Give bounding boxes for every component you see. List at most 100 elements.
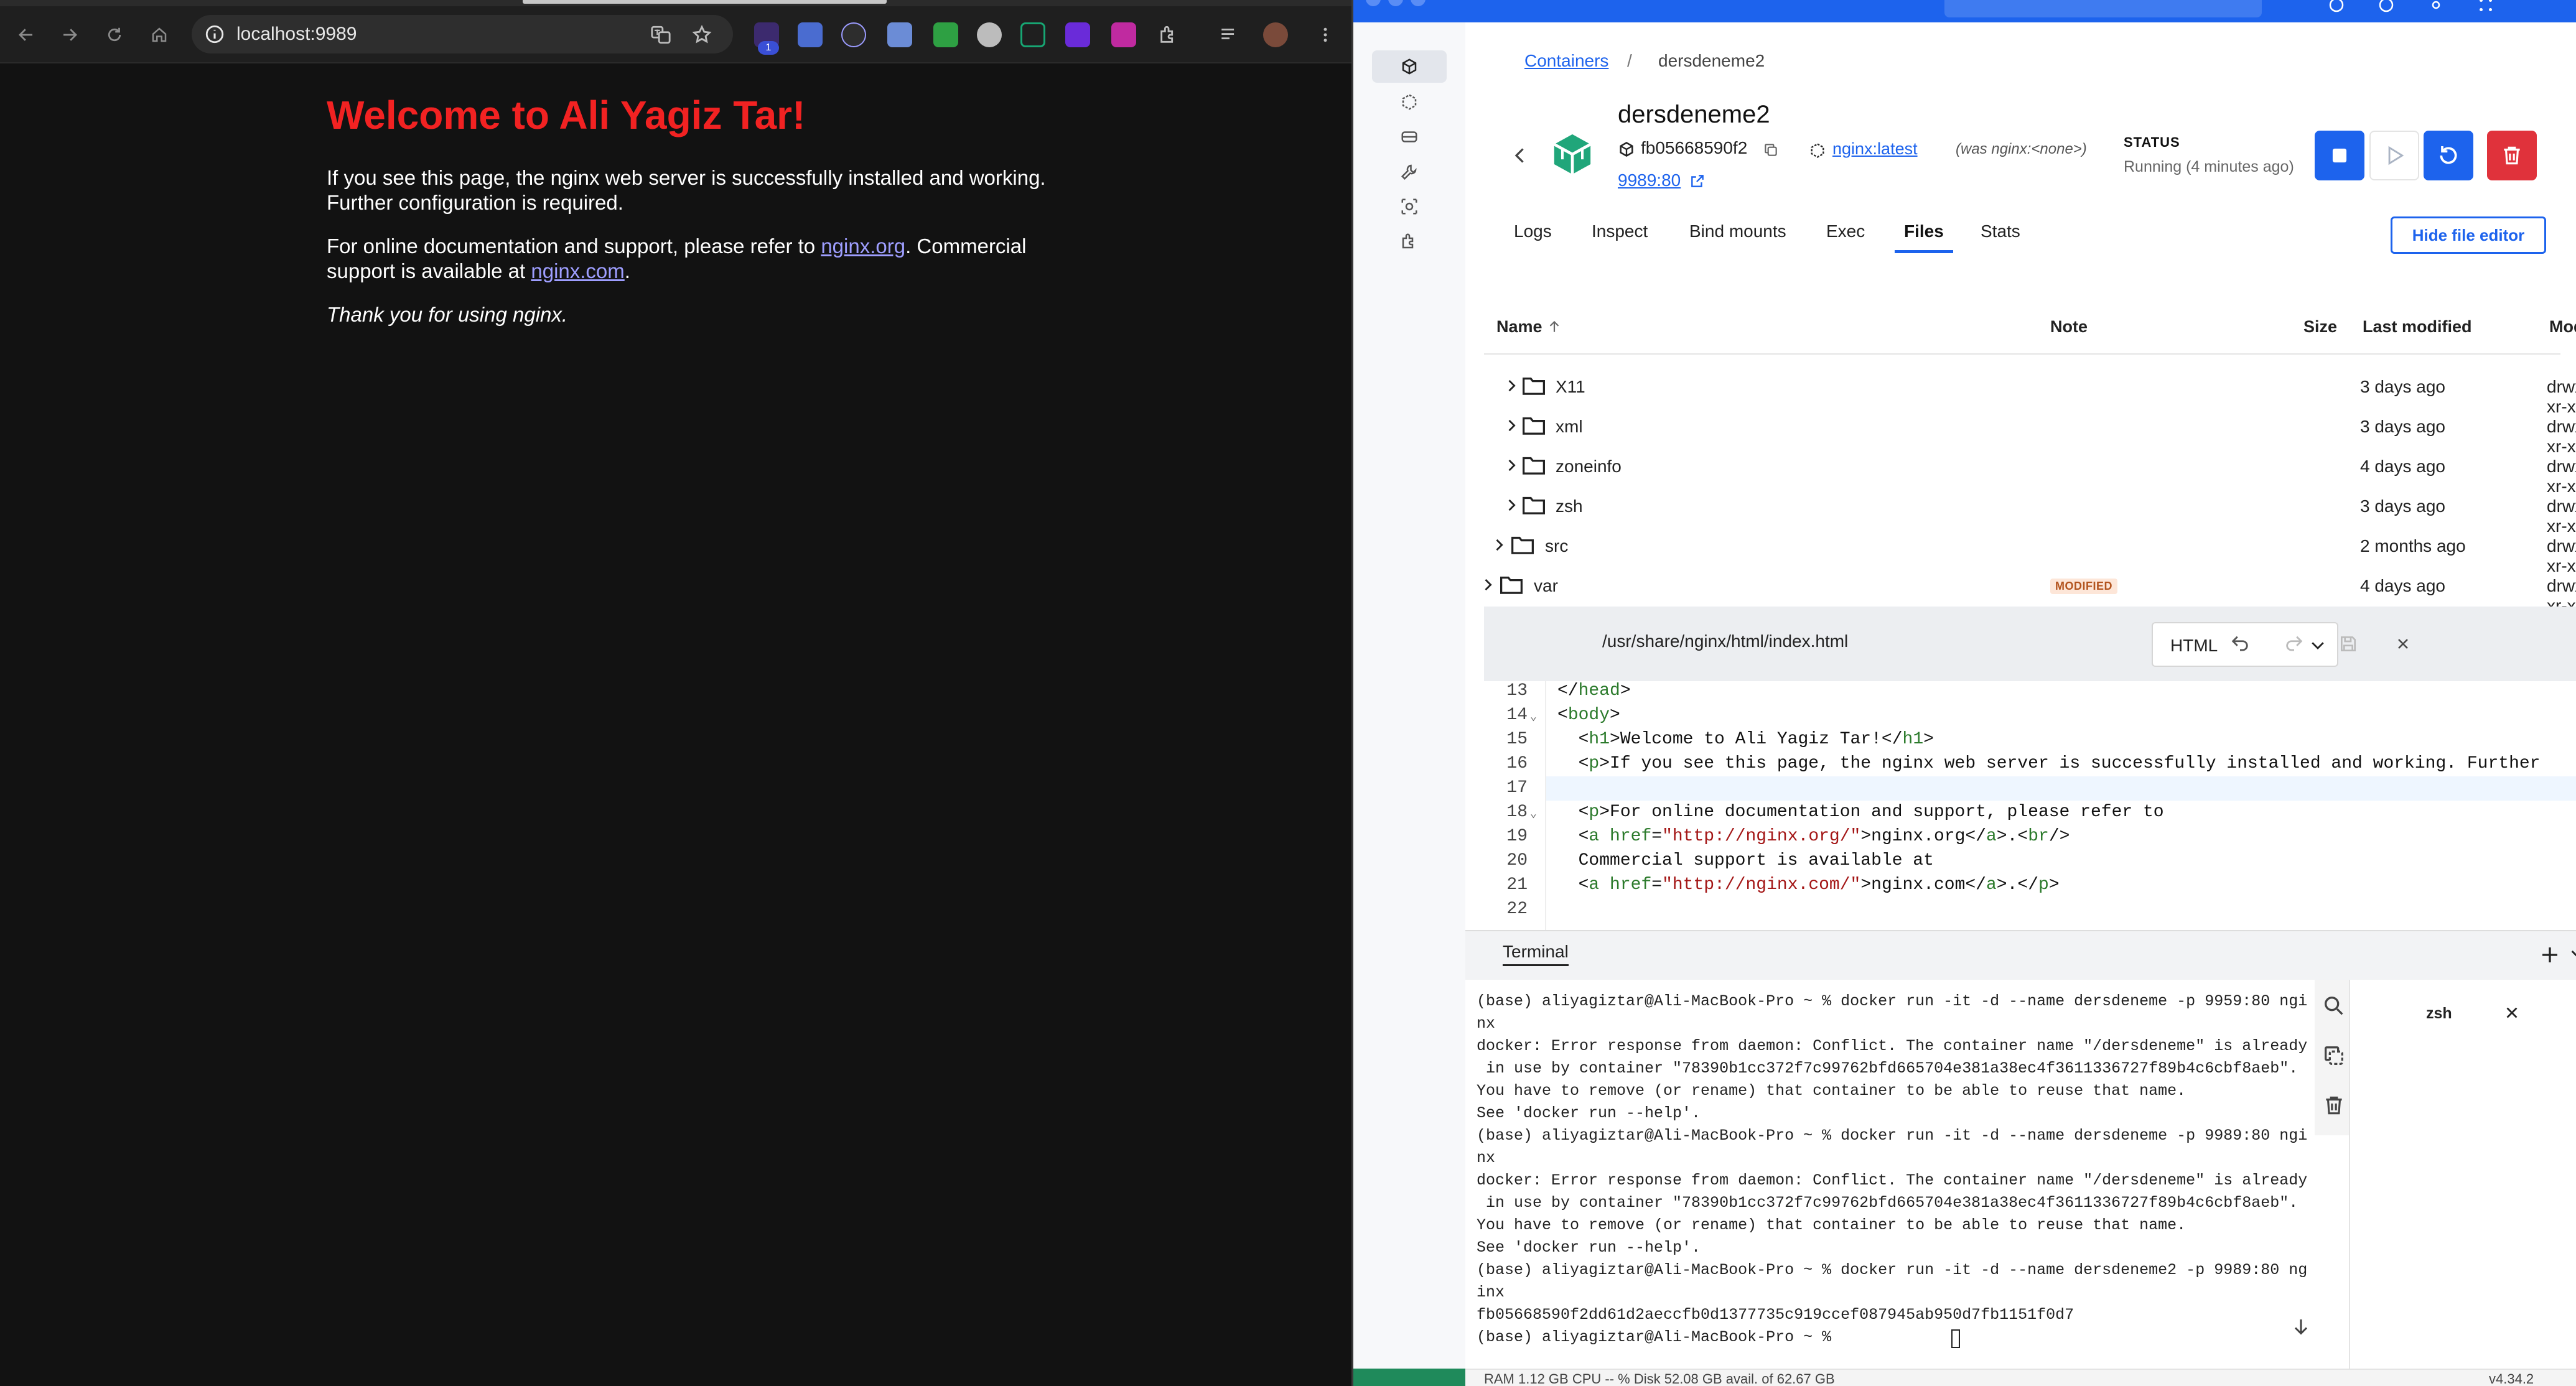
scroll-down-arrow-icon[interactable] xyxy=(2290,1316,2315,1341)
code-editor[interactable]: 13 14 ⌄ 15 16 17 18 ⌄ 19 20 21 22 </head… xyxy=(1484,681,2576,930)
tab-stats[interactable]: Stats xyxy=(1981,221,2020,241)
close-session-icon[interactable] xyxy=(2503,1003,2524,1025)
active-tab-indicator[interactable] xyxy=(523,0,887,4)
resource-usage: RAM 1.12 GB CPU -- % Disk 52.08 GB avail… xyxy=(1484,1371,1835,1386)
restart-button[interactable] xyxy=(2424,131,2473,180)
container-cube-icon xyxy=(1551,131,1594,178)
translate-icon[interactable] xyxy=(648,22,673,47)
engine-status-indicator[interactable] xyxy=(1353,1369,1465,1386)
table-row[interactable]: zoneinfo 4 days ago drwxr-xr-x xyxy=(1484,447,2576,496)
nginx-org-link[interactable]: nginx.org xyxy=(821,235,905,258)
terminal-tab[interactable]: Terminal xyxy=(1503,942,1569,966)
tab-files[interactable]: Files xyxy=(1904,221,1944,241)
column-note[interactable]: Note xyxy=(2050,317,2088,337)
extension-circle-icon[interactable] xyxy=(977,22,1002,47)
add-terminal-icon[interactable] xyxy=(2539,944,2564,969)
site-info-icon[interactable] xyxy=(204,24,225,45)
chevron-down-icon[interactable] xyxy=(2568,944,2576,969)
column-name[interactable]: Name xyxy=(1496,317,1542,337)
breadcrumb-separator: / xyxy=(1627,51,1632,70)
column-last-modified[interactable]: Last modified xyxy=(2363,317,2472,337)
copy-output-icon[interactable] xyxy=(2319,1041,2349,1071)
redo-icon[interactable] xyxy=(2280,630,2308,658)
scout-nav-icon[interactable] xyxy=(1372,190,1447,223)
extensions-puzzle-icon[interactable] xyxy=(1156,22,1181,47)
browser-menu-icon[interactable] xyxy=(1313,22,1338,47)
chevron-right-icon[interactable] xyxy=(1479,576,1496,593)
chevron-right-icon[interactable] xyxy=(1490,536,1508,554)
terminal-output[interactable]: (base) aliyagiztar@Ali-MacBook-Pro ~ % d… xyxy=(1465,980,2461,1369)
copy-icon[interactable] xyxy=(1763,142,1780,159)
address-bar[interactable]: localhost:9989 xyxy=(192,15,733,53)
containers-nav-icon[interactable] xyxy=(1372,50,1447,83)
volumes-nav-icon[interactable] xyxy=(1372,121,1447,153)
table-row[interactable]: zsh 3 days ago drwxr-xr-x xyxy=(1484,486,2576,536)
learn-icon[interactable] xyxy=(2324,0,2349,17)
image-link[interactable]: nginx:latest xyxy=(1832,139,1918,159)
hide-file-editor-button[interactable]: Hide file editor xyxy=(2391,216,2546,254)
port-link[interactable]: 9989:80 xyxy=(1618,170,1681,190)
extension-download-icon[interactable] xyxy=(1111,22,1136,47)
save-icon[interactable] xyxy=(2335,630,2362,658)
delete-button[interactable] xyxy=(2487,131,2537,180)
table-row[interactable]: var MODIFIED 4 days ago drwxr-xr-x xyxy=(1484,566,2576,615)
file-name: var xyxy=(1534,576,1558,595)
window-minimize-dot[interactable] xyxy=(1388,0,1403,6)
profile-avatar[interactable] xyxy=(1263,22,1288,47)
reload-icon[interactable] xyxy=(97,17,132,52)
line-number: 22 xyxy=(1506,900,1528,919)
tab-logs[interactable]: Logs xyxy=(1514,221,1552,241)
tab-inspect[interactable]: Inspect xyxy=(1592,221,1648,241)
extension-react-icon[interactable] xyxy=(841,22,866,47)
nginx-com-link[interactable]: nginx.com xyxy=(531,259,624,282)
builds-nav-icon[interactable] xyxy=(1372,156,1447,188)
tab-exec[interactable]: Exec xyxy=(1826,221,1865,241)
home-icon[interactable] xyxy=(142,17,177,52)
extension-docs-icon[interactable] xyxy=(887,22,912,47)
window-zoom-dot[interactable] xyxy=(1411,0,1426,6)
extension-purple-icon[interactable] xyxy=(1065,22,1090,47)
extensions-nav-icon[interactable] xyxy=(1372,225,1447,258)
file-modified: 3 days ago xyxy=(2360,496,2445,516)
chevron-right-icon[interactable] xyxy=(1503,417,1520,434)
language-value: HTML xyxy=(2170,636,2218,655)
terminal-session-list: zsh xyxy=(2349,980,2576,1369)
external-link-icon[interactable] xyxy=(1689,173,1707,190)
column-mode[interactable]: Mode xyxy=(2549,317,2576,337)
reading-list-icon[interactable] xyxy=(1217,22,1242,47)
global-search-input[interactable] xyxy=(1944,0,2262,17)
clear-trash-icon[interactable] xyxy=(2319,1091,2349,1120)
extension-translate-icon[interactable] xyxy=(798,22,823,47)
fold-chevron-icon[interactable]: ⌄ xyxy=(1530,710,1537,723)
undo-icon[interactable] xyxy=(2226,630,2254,658)
terminal-header xyxy=(1465,930,2576,980)
bookmark-star-icon[interactable] xyxy=(689,22,714,47)
tab-bind-mounts[interactable]: Bind mounts xyxy=(1689,221,1786,241)
chevron-right-icon[interactable] xyxy=(1503,377,1520,394)
forward-arrow-icon[interactable] xyxy=(52,17,87,52)
table-row[interactable]: xml 3 days ago drwxr-xr-x xyxy=(1484,407,2576,456)
close-editor-icon[interactable] xyxy=(2389,630,2417,658)
back-arrow-icon[interactable] xyxy=(9,17,44,52)
fold-chevron-icon[interactable]: ⌄ xyxy=(1530,807,1537,821)
url-text[interactable]: localhost:9989 xyxy=(236,24,357,45)
apps-grid-icon[interactable] xyxy=(2473,0,2498,17)
column-size[interactable]: Size xyxy=(2303,317,2337,337)
breadcrumb-containers-link[interactable]: Containers xyxy=(1524,51,1608,71)
chevron-right-icon[interactable] xyxy=(1503,496,1520,514)
chevron-left-icon[interactable] xyxy=(1509,144,1531,167)
extension-pin-icon[interactable] xyxy=(1020,22,1045,47)
table-row[interactable]: X11 3 days ago drwxr-xr-x xyxy=(1484,367,2576,416)
settings-gear-icon[interactable] xyxy=(2424,0,2448,17)
window-close-dot[interactable] xyxy=(1366,0,1381,6)
table-row[interactable]: src 2 months ago drwxr-xr-x xyxy=(1484,526,2576,575)
help-icon[interactable] xyxy=(2374,0,2399,17)
sort-arrow-up-icon[interactable] xyxy=(1546,319,1562,335)
stop-button[interactable] xyxy=(2315,131,2364,180)
images-nav-icon[interactable] xyxy=(1372,86,1447,118)
chevron-right-icon[interactable] xyxy=(1503,457,1520,474)
search-icon[interactable] xyxy=(2319,991,2349,1021)
start-button[interactable] xyxy=(2369,131,2419,180)
session-zsh[interactable]: zsh xyxy=(2426,1005,2452,1023)
extension-shield-icon[interactable] xyxy=(933,22,958,47)
